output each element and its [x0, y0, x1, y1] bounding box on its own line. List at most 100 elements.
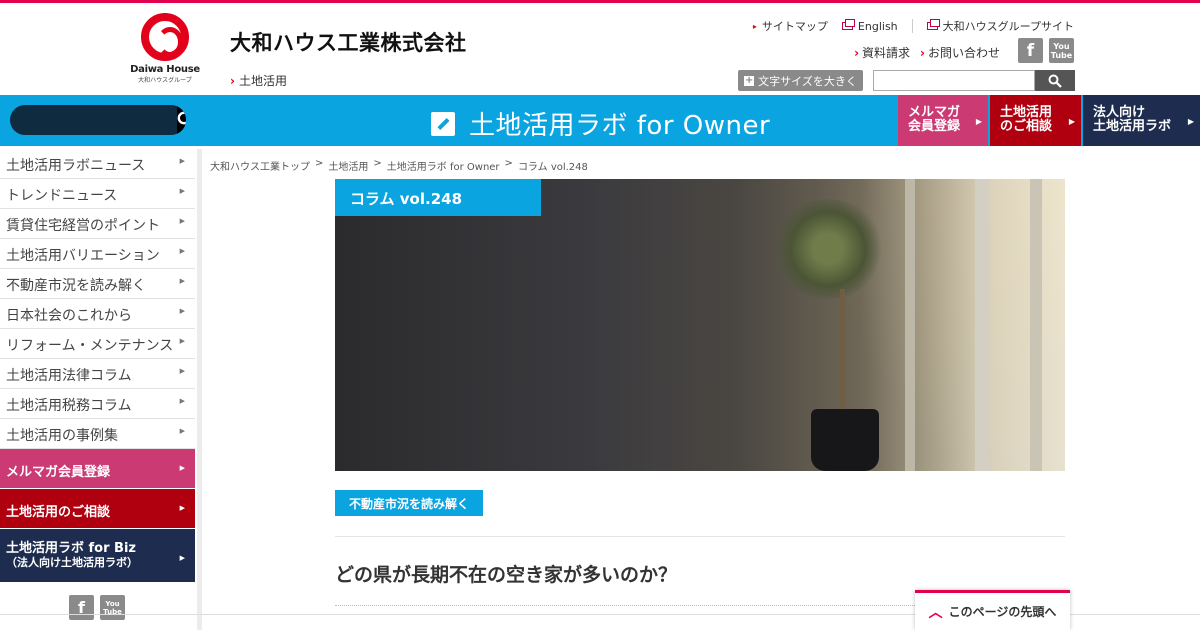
sidebar-item[interactable]: 賃貸住宅経営のポイント ▶	[0, 209, 195, 239]
corporate-name[interactable]: 大和ハウス工業株式会社	[230, 27, 467, 57]
divider	[335, 536, 1065, 537]
sidebar-item-label: 不動産市況を読み解く	[6, 278, 146, 294]
lab-search-input[interactable]	[10, 105, 177, 135]
sidebar-item[interactable]: 土地活用ラボニュース ▶	[0, 149, 195, 179]
triangle-right-icon: ▶	[179, 427, 185, 435]
youtube-icon[interactable]: You Tube	[100, 595, 125, 620]
plus-icon: +	[744, 74, 755, 86]
youtube-icon[interactable]: You Tube	[1049, 38, 1074, 63]
site-search-input[interactable]	[873, 70, 1035, 91]
chevron-right-icon: ›	[920, 46, 925, 60]
site-search	[873, 70, 1075, 91]
font-size-label: 文字サイズを大きく	[758, 74, 857, 88]
site-header: Daiwa House 大和ハウスグループ 大和ハウス工業株式会社 › 土地活用 …	[0, 3, 1200, 95]
sidebar-item-label: トレンドニュース	[6, 188, 118, 204]
external-window-icon	[926, 19, 940, 30]
facebook-icon[interactable]: f	[69, 595, 94, 620]
triangle-right-icon: ▶	[975, 117, 982, 126]
sidebar-item-label: 土地活用バリエーション	[6, 248, 160, 264]
sidebar-biz-lab[interactable]: 土地活用ラボ for Biz （法人向け土地活用ラボ） ▶	[0, 529, 195, 583]
triangle-right-icon: ▶	[179, 504, 185, 512]
pencil-icon	[431, 111, 455, 136]
category-tag[interactable]: 不動産市況を読み解く	[335, 490, 484, 516]
logo-sub: 大和ハウスグループ	[138, 77, 192, 84]
sidebar-item-label: 土地活用の事例集	[6, 428, 118, 444]
triangle-right-icon: ▶	[179, 157, 185, 165]
daiwa-house-logo[interactable]: Daiwa House 大和ハウスグループ	[120, 13, 210, 84]
sidebar: 土地活用ラボニュース ▶ トレンドニュース ▶ 賃貸住宅経営のポイント ▶ 土地活用バ…	[0, 149, 195, 583]
sidebar-item[interactable]: 不動産市況を読み解く ▶	[0, 269, 195, 299]
sidebar-item[interactable]: 土地活用バリエーション ▶	[0, 239, 195, 269]
breadcrumb-separator: >	[315, 158, 324, 169]
sidebar-item[interactable]: 日本社会のこれから ▶	[0, 299, 195, 329]
facebook-icon[interactable]: f	[1018, 38, 1043, 63]
site-search-button[interactable]	[1035, 70, 1075, 91]
breadcrumb-item[interactable]: 大和ハウス工業トップ	[210, 158, 310, 173]
sidebar-biz-title: 土地活用ラボ for Biz	[6, 541, 136, 556]
window-frame	[1030, 179, 1042, 471]
chevron-right-icon: ›	[230, 74, 235, 88]
lab-band: 土地活用ラボ for Owner メルマガ 会員登録 ▶ 土地活用 のご相談 ▶…	[0, 95, 1200, 146]
triangle-right-icon: ▶	[1068, 117, 1075, 126]
sitemap-link[interactable]: ▸ サイトマップ	[753, 18, 828, 34]
action-links: › 資料請求 › お問い合わせ	[854, 44, 1000, 61]
column-divider	[197, 149, 202, 630]
triangle-right-icon: ▶	[179, 187, 185, 195]
lab-search-button[interactable]	[177, 105, 186, 135]
yt-top: You	[1053, 41, 1070, 51]
logo-mark-icon	[141, 13, 189, 61]
window-frame	[905, 179, 915, 471]
sitemap-label: サイトマップ	[761, 20, 828, 33]
sidebar-item[interactable]: 土地活用税務コラム ▶	[0, 389, 195, 419]
corp-line1: 法人向け	[1093, 105, 1146, 120]
sidebar-item[interactable]: 土地活用法律コラム ▶	[0, 359, 195, 389]
breadcrumb-item[interactable]: 土地活用	[328, 158, 368, 173]
english-label: English	[857, 19, 898, 33]
article-headline: どの県が長期不在の空き家が多いのか？	[335, 564, 678, 586]
contact-label: お問い合わせ	[927, 46, 1000, 60]
group-site-link[interactable]: 大和ハウスグループサイト	[926, 18, 1074, 34]
sidebar-mail-signup[interactable]: メルマガ会員登録 ▶	[0, 449, 195, 489]
section-link[interactable]: › 土地活用	[230, 72, 287, 89]
corporate-lab-button[interactable]: 法人向け 土地活用ラボ ▶	[1083, 95, 1200, 146]
yt-bottom: Tube	[1050, 50, 1073, 60]
section-label: 土地活用	[238, 74, 287, 88]
sidebar-biz-sub: （法人向け土地活用ラボ）	[6, 556, 138, 569]
chevron-right-icon: ›	[854, 46, 860, 60]
header-social: f You Tube	[1018, 38, 1074, 63]
plant-pot	[811, 409, 879, 471]
lab-title: 土地活用ラボ for Owner	[469, 111, 771, 141]
sidebar-item-label: リフォーム・メンテナンス	[6, 338, 174, 354]
triangle-right-icon: ▶	[179, 554, 185, 562]
plant-foliage	[773, 199, 883, 299]
sidebar-consult-label: 土地活用のご相談	[6, 505, 111, 520]
sidebar-item[interactable]: リフォーム・メンテナンス ▶	[0, 329, 195, 359]
page-top-button[interactable]: ︿ このページの先頭へ	[915, 590, 1070, 630]
breadcrumb: 大和ハウス工業トップ > 土地活用 > 土地活用ラボ for Owner > コ…	[210, 158, 588, 173]
sidebar-social: f You Tube	[69, 595, 125, 620]
consult-button[interactable]: 土地活用 のご相談 ▶	[990, 95, 1081, 146]
sidebar-mail-label: メルマガ会員登録	[6, 465, 111, 480]
mail-signup-button[interactable]: メルマガ 会員登録 ▶	[898, 95, 988, 146]
breadcrumb-item[interactable]: 土地活用ラボ for Owner	[387, 158, 500, 173]
breadcrumb-separator: >	[504, 158, 513, 169]
plant-trunk	[840, 289, 845, 419]
sidebar-item-label: 賃貸住宅経営のポイント	[6, 218, 160, 234]
divider	[911, 19, 913, 33]
triangle-right-icon: ▸	[752, 21, 757, 31]
sidebar-item[interactable]: 土地活用の事例集 ▶	[0, 419, 195, 449]
sidebar-item[interactable]: トレンドニュース ▶	[0, 179, 195, 209]
contact-link[interactable]: › お問い合わせ	[920, 44, 1000, 61]
breadcrumb-separator: >	[373, 158, 382, 169]
corp-line2: 土地活用ラボ	[1093, 119, 1172, 134]
english-link[interactable]: English	[841, 19, 898, 33]
request-materials-link[interactable]: › 資料請求	[854, 44, 910, 61]
chevron-up-icon: ︿	[928, 604, 943, 621]
triangle-right-icon: ▶	[179, 337, 185, 345]
page-top-label: このページの先頭へ	[948, 605, 1057, 619]
font-size-button[interactable]: + 文字サイズを大きく	[738, 70, 863, 91]
sidebar-consult[interactable]: 土地活用のご相談 ▶	[0, 489, 195, 529]
lab-search	[10, 105, 186, 135]
lab-title-link[interactable]: 土地活用ラボ for Owner	[431, 105, 770, 142]
triangle-right-icon: ▶	[179, 464, 185, 472]
